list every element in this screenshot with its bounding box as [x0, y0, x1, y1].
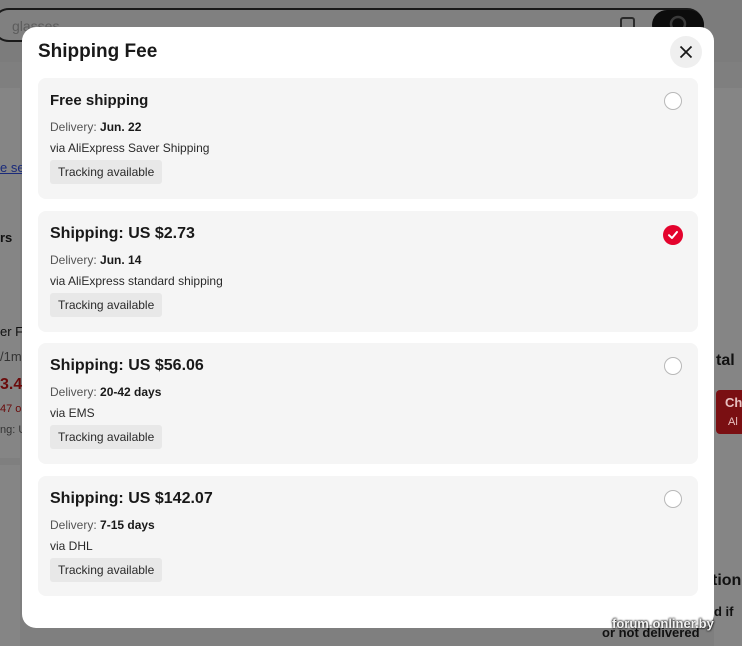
bg-text-fragment: er F [0, 324, 24, 339]
shipping-option-dhl[interactable]: Shipping: US $142.07 Delivery: 7-15 days… [38, 476, 698, 596]
bg-buy-button-label: Ch [725, 395, 742, 410]
bg-text-fragment: tion [712, 572, 742, 589]
tracking-badge: Tracking available [50, 160, 163, 184]
option-carrier: via EMS [50, 406, 95, 420]
close-button[interactable] [670, 36, 702, 68]
shipping-option-ems[interactable]: Shipping: US $56.06 Delivery: 20-42 days… [38, 343, 698, 464]
tracking-badge: Tracking available [50, 293, 163, 317]
option-carrier: via AliExpress Saver Shipping [50, 141, 210, 155]
option-radio-selected[interactable] [663, 225, 683, 245]
bg-text-fragment: tal [716, 352, 735, 369]
shipping-fee-dialog: Shipping Fee Free shipping Delivery: Jun… [22, 27, 714, 628]
dialog-title: Shipping Fee [38, 41, 158, 62]
option-radio[interactable] [664, 490, 682, 508]
bg-buy-button[interactable]: Ch Al [716, 390, 742, 434]
delivery-label: Delivery: [50, 253, 97, 267]
option-delivery: Delivery: Jun. 22 [50, 120, 141, 134]
option-radio[interactable] [664, 357, 682, 375]
checkmark-icon [668, 231, 678, 239]
option-title: Shipping: US $2.73 [50, 225, 195, 242]
option-title: Shipping: US $56.06 [50, 357, 204, 374]
close-icon [679, 45, 693, 59]
bg-text-fragment: /1m [0, 349, 22, 364]
delivery-value: 7-15 days [100, 518, 155, 532]
delivery-value: Jun. 14 [100, 253, 142, 267]
option-delivery: Delivery: 20-42 days [50, 385, 161, 399]
tracking-badge: Tracking available [50, 558, 163, 582]
option-title: Shipping: US $142.07 [50, 490, 213, 507]
bg-text-fragment: rs [0, 230, 13, 245]
option-title: Free shipping [50, 92, 149, 109]
option-carrier: via DHL [50, 539, 93, 553]
delivery-label: Delivery: [50, 120, 97, 134]
tracking-badge: Tracking available [50, 425, 163, 449]
bg-link-fragment: e se [0, 160, 25, 175]
bg-text-fragment: 47 o [0, 403, 22, 415]
delivery-value: Jun. 22 [100, 120, 142, 134]
shipping-option-free[interactable]: Free shipping Delivery: Jun. 22 via AliE… [38, 78, 698, 199]
shipping-option-standard[interactable]: Shipping: US $2.73 Delivery: Jun. 14 via… [38, 211, 698, 332]
page-content-left-lower [0, 465, 20, 646]
delivery-label: Delivery: [50, 385, 97, 399]
bg-price-fragment: 3.4 [0, 376, 23, 393]
option-delivery: Delivery: 7-15 days [50, 518, 155, 532]
delivery-label: Delivery: [50, 518, 97, 532]
watermark: forum.onliner.by [612, 616, 714, 631]
delivery-value: 20-42 days [100, 385, 162, 399]
bg-buy-button-sub: Al [728, 416, 738, 428]
option-delivery: Delivery: Jun. 14 [50, 253, 141, 267]
option-radio[interactable] [664, 92, 682, 110]
option-carrier: via AliExpress standard shipping [50, 274, 223, 288]
